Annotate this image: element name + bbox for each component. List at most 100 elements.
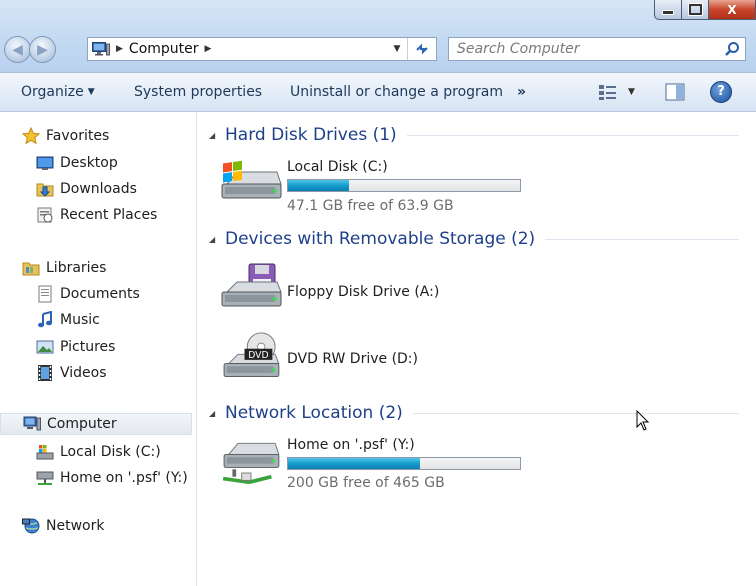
pictures-icon — [36, 340, 54, 354]
sidebar-favorites[interactable]: Favorites — [22, 125, 109, 147]
sidebar-item-pictures[interactable]: Pictures — [36, 336, 115, 358]
search-input[interactable]: Search Computer — [448, 37, 746, 61]
breadcrumb-chevron-icon[interactable]: ▶ — [116, 44, 123, 54]
sidebar-item-label: Local Disk (C:) — [60, 444, 161, 460]
preview-pane-button[interactable] — [665, 83, 685, 105]
dropdown-arrow-icon: ▼ — [87, 87, 95, 97]
group-divider — [412, 412, 739, 414]
back-button[interactable]: ◀ — [4, 36, 31, 63]
organize-button[interactable]: Organize ▼ — [21, 84, 95, 100]
close-icon: X — [727, 2, 737, 17]
sidebar-item-label: Computer — [47, 416, 117, 432]
drive-name: Home on '.psf' (Y:) — [287, 437, 415, 453]
drive-name: Local Disk (C:) — [287, 159, 388, 175]
back-arrow-icon: ◀ — [12, 41, 23, 58]
refresh-icon — [416, 43, 428, 55]
collapse-arrow-icon[interactable]: ◢ — [209, 235, 225, 244]
videos-icon — [38, 365, 52, 381]
sidebar-item-local-disk[interactable]: Local Disk (C:) — [36, 441, 161, 463]
refresh-button[interactable] — [407, 38, 436, 60]
uninstall-program-button[interactable]: Uninstall or change a program — [290, 84, 503, 100]
help-button[interactable]: ? — [710, 81, 732, 103]
sidebar-item-network[interactable]: Network — [22, 515, 104, 537]
address-dropdown-icon[interactable]: ▼ — [388, 38, 406, 60]
sidebar-item-downloads[interactable]: Downloads — [36, 178, 137, 200]
disk-usage-fill — [288, 180, 350, 191]
drive-free-space: 200 GB free of 465 GB — [287, 475, 445, 491]
drive-item-home-psf-y[interactable]: Home on '.psf' (Y:) 200 GB free of 465 G… — [219, 434, 539, 496]
group-title: Network Location (2) — [225, 403, 403, 423]
documents-icon — [38, 285, 52, 303]
drive-free-space: 47.1 GB free of 63.9 GB — [287, 198, 454, 214]
sidebar-item-label: Home on '.psf' (Y:) — [60, 470, 188, 486]
sidebar-item-computer[interactable]: Computer — [0, 413, 192, 435]
search-icon[interactable] — [724, 41, 740, 57]
recent-places-icon — [37, 207, 53, 223]
preview-pane-icon — [665, 83, 685, 101]
collapse-arrow-icon[interactable]: ◢ — [209, 409, 225, 418]
mouse-cursor-icon — [636, 410, 650, 431]
dvd-badge: DVD — [248, 350, 268, 361]
local-disk-icon — [36, 445, 54, 460]
navigation-pane: Favorites Desktop Downloads Recent Place… — [0, 112, 197, 586]
address-bar[interactable]: ▶ Computer ▶ ▼ — [87, 37, 437, 61]
sidebar-item-network-drive[interactable]: Home on '.psf' (Y:) — [36, 467, 188, 489]
navigation-bar: X ◀ ▶ ▶ Computer ▶ ▼ Search Computer — [0, 0, 756, 73]
sidebar-item-desktop[interactable]: Desktop — [36, 152, 118, 174]
sidebar-item-label: Pictures — [60, 339, 116, 355]
sidebar-item-recent-places[interactable]: Recent Places — [36, 204, 157, 226]
system-properties-button[interactable]: System properties — [134, 84, 262, 100]
network-drive-icon — [222, 442, 280, 485]
group-title: Devices with Removable Storage (2) — [225, 229, 536, 249]
maximize-button[interactable] — [682, 0, 709, 20]
forward-arrow-icon: ▶ — [37, 41, 48, 58]
sidebar-item-label: Documents — [60, 286, 140, 302]
sidebar-item-label: Recent Places — [60, 207, 158, 223]
sidebar-item-label: Music — [60, 312, 100, 328]
minimize-icon — [662, 10, 674, 15]
sidebar-item-music[interactable]: Music — [36, 309, 100, 331]
star-icon — [22, 127, 40, 145]
forward-button[interactable]: ▶ — [29, 36, 56, 63]
sidebar-libraries[interactable]: Libraries — [22, 257, 106, 279]
drive-item-local-disk-c[interactable]: Local Disk (C:) 47.1 GB free of 63.9 GB — [219, 156, 539, 216]
computer-icon — [92, 42, 110, 56]
music-icon — [38, 311, 52, 328]
disk-usage-bar — [287, 457, 521, 470]
libraries-icon — [22, 262, 40, 276]
sidebar-item-label: Network — [46, 518, 105, 534]
sidebar-item-documents[interactable]: Documents — [36, 283, 140, 305]
sidebar-item-videos[interactable]: Videos — [36, 362, 107, 384]
sidebar-item-label: Desktop — [60, 155, 118, 171]
computer-icon — [23, 416, 41, 431]
group-header-hard-disk-drives[interactable]: ◢ Hard Disk Drives (1) — [209, 124, 739, 146]
breadcrumb-chevron-icon[interactable]: ▶ — [205, 44, 212, 54]
sidebar-item-label: Videos — [60, 365, 107, 381]
drive-name: Floppy Disk Drive (A:) — [287, 284, 440, 300]
network-drive-icon — [36, 471, 54, 485]
disk-usage-fill — [288, 458, 421, 469]
desktop-icon — [36, 156, 54, 170]
disk-usage-bar — [287, 179, 521, 192]
collapse-arrow-icon[interactable]: ◢ — [209, 131, 225, 140]
sidebar-item-label: Downloads — [60, 181, 137, 197]
group-divider — [406, 134, 739, 136]
downloads-folder-icon — [36, 183, 54, 197]
details-view-icon — [599, 85, 616, 100]
search-placeholder: Search Computer — [457, 41, 580, 57]
drive-item-dvd-d[interactable]: DVD DVD RW Drive (D:) — [219, 332, 539, 392]
group-header-removable-storage[interactable]: ◢ Devices with Removable Storage (2) — [209, 228, 739, 250]
group-divider — [545, 238, 739, 240]
group-header-network-location[interactable]: ◢ Network Location (2) — [209, 402, 739, 424]
close-button[interactable]: X — [709, 0, 756, 20]
network-icon — [22, 518, 40, 534]
drive-name: DVD RW Drive (D:) — [287, 351, 418, 367]
sidebar-item-label: Libraries — [46, 260, 107, 276]
drive-item-floppy-a[interactable]: Floppy Disk Drive (A:) — [219, 262, 539, 322]
sidebar-item-label: Favorites — [46, 128, 110, 144]
change-view-button[interactable]: ▼ — [598, 83, 635, 101]
more-commands-button[interactable]: » — [517, 84, 526, 100]
breadcrumb-computer[interactable]: Computer — [129, 41, 199, 57]
minimize-button[interactable] — [654, 0, 682, 20]
dvd-drive-icon: DVD — [223, 332, 280, 378]
